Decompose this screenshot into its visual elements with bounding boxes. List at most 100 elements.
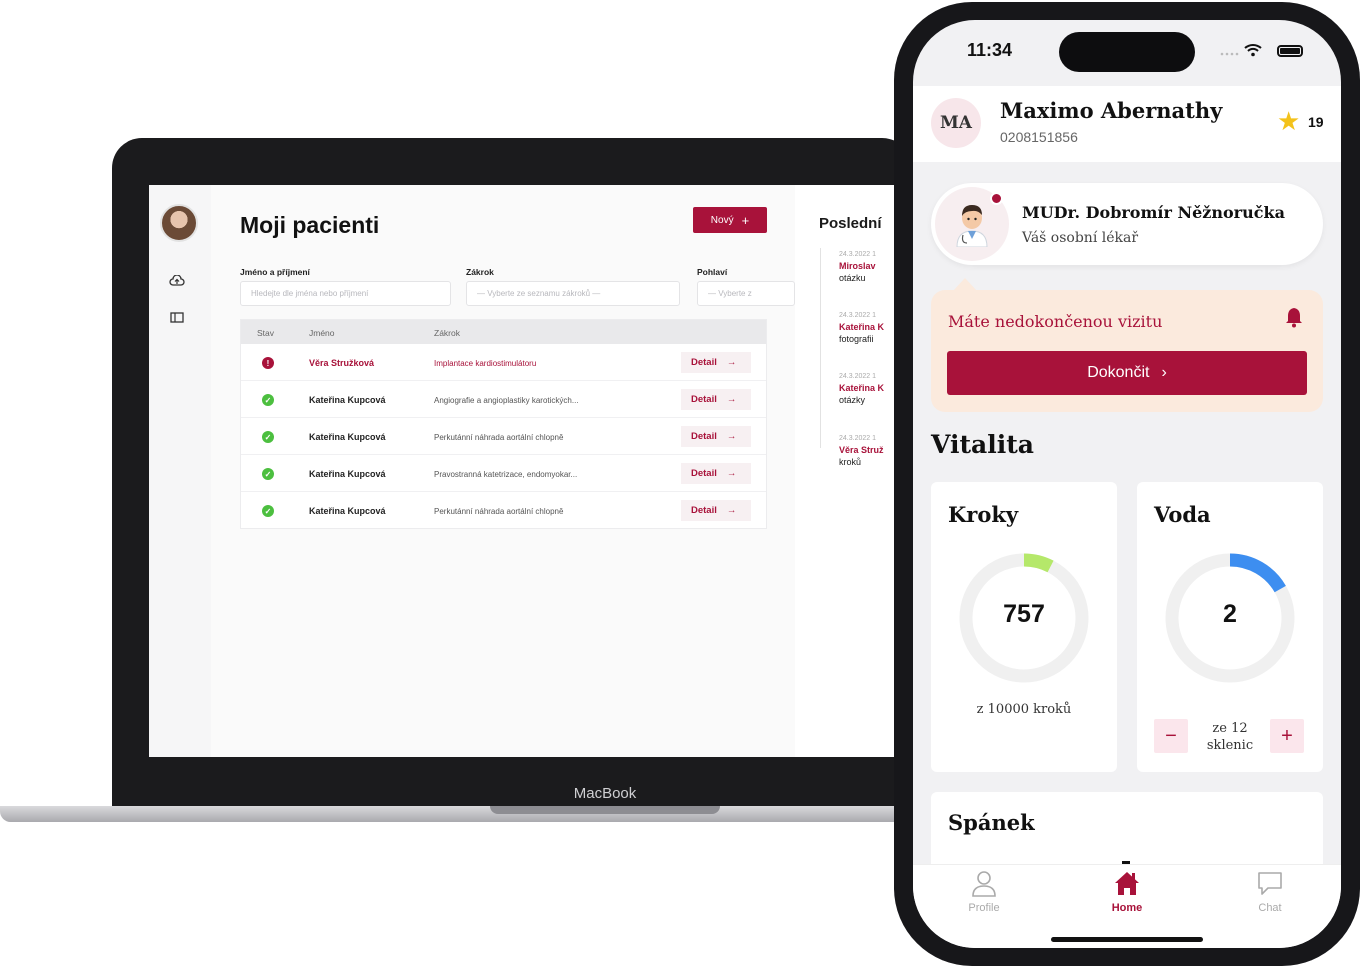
sleep-title: Spánek (948, 810, 1035, 835)
table-row[interactable]: ✓ Kateřina Kupcová Pravostranná katetriz… (241, 455, 766, 492)
doctor-icon (956, 205, 988, 247)
water-goal: ze 12 sklenic (1192, 720, 1268, 754)
tab-profile[interactable]: Profile (939, 869, 1029, 914)
detail-button[interactable]: Detail → (681, 426, 751, 447)
water-goal-line2: sklenic (1206, 738, 1254, 753)
timeline-line (820, 248, 821, 448)
procedure-select-placeholder: — Vyberte ze seznamu zákroků — (477, 289, 601, 298)
doctor-card[interactable]: MUDr. Dobromír Něžnoručka Váš osobní lék… (931, 183, 1323, 265)
tab-home[interactable]: Home (1082, 869, 1172, 914)
gender-select-placeholder: — Vyberte z (708, 289, 752, 298)
water-title: Voda (1154, 502, 1211, 527)
laptop-chin (112, 757, 912, 807)
plus-icon: + (741, 212, 750, 228)
gender-filter-label: Pohlaví (697, 267, 728, 277)
user-name: Maximo Abernathy (1000, 98, 1223, 123)
arrow-right-icon: → (726, 468, 737, 479)
name-filter-label: Jméno a příjmení (240, 267, 310, 277)
patient-name: Kateřina Kupcová (309, 395, 386, 405)
detail-label: Detail (691, 357, 717, 368)
laptop-base (0, 806, 910, 822)
procedure-filter-label: Zákrok (466, 267, 494, 277)
bell-icon (1286, 308, 1302, 328)
header-name: Jméno (309, 328, 335, 338)
status-time: 11:34 (967, 40, 1013, 60)
laptop-notch (490, 806, 720, 814)
avatar[interactable] (160, 204, 198, 242)
phone-screen: 11:34 MA Maximo Abernathy 0208151856 ★ 1… (913, 20, 1341, 948)
steps-title: Kroky (948, 502, 1019, 527)
patient-procedure: Angiografie a angioplastiky karotických.… (434, 396, 579, 405)
finish-visit-button[interactable]: Dokončit › (947, 351, 1307, 395)
star-icon: ★ (1277, 106, 1301, 136)
steps-card[interactable]: Kroky 757 z 10000 kroků (931, 482, 1117, 772)
avatar[interactable]: MA (931, 98, 981, 148)
tab-chat[interactable]: Chat (1225, 869, 1315, 914)
water-card[interactable]: Voda 2 − ze 12 sklenic + (1137, 482, 1323, 772)
arrow-right-icon: → (726, 394, 737, 405)
arrow-right-icon: → (726, 431, 737, 442)
battery-icon (1277, 45, 1303, 57)
patient-procedure: Perkutánní náhrada aortální chlopně (434, 433, 564, 442)
home-indicator (1051, 937, 1203, 942)
finish-label: Dokončit (1087, 364, 1150, 381)
header-procedure: Zákrok (434, 328, 460, 338)
chevron-right-icon: › (1161, 364, 1167, 381)
home-icon (1115, 872, 1139, 895)
arrow-right-icon: → (726, 357, 737, 368)
name-search-input[interactable]: Hledejte dle jména nebo příjmení (240, 281, 451, 306)
patient-name: Kateřina Kupcová (309, 469, 386, 479)
tab-chat-label: Chat (1258, 902, 1282, 914)
detail-label: Detail (691, 394, 717, 405)
table-row[interactable]: ! Věra Stružková Implantace kardiostimul… (241, 344, 766, 381)
procedure-select[interactable]: — Vyberte ze seznamu zákroků — (466, 281, 680, 306)
patient-procedure: Pravostranná katetrizace, endomyokar... (434, 470, 578, 479)
table-row[interactable]: ✓ Kateřina Kupcová Angiografie a angiopl… (241, 381, 766, 418)
tab-bar: Profile Home Chat (913, 861, 1341, 948)
recent-activity-title: Poslední (819, 215, 882, 232)
folder-icon[interactable] (167, 311, 187, 327)
recent-activity-panel: Poslední 24.3.2022 1 Miroslav otázku 24.… (795, 185, 909, 757)
water-increase-button[interactable]: + (1270, 719, 1304, 753)
ok-status-icon: ✓ (262, 505, 274, 517)
tab-home-label: Home (1111, 902, 1143, 914)
name-search-placeholder: Hledejte dle jména nebo příjmení (251, 289, 369, 298)
detail-button[interactable]: Detail → (681, 463, 751, 484)
signal-wifi-icon (1219, 42, 1271, 61)
doctor-name: MUDr. Dobromír Něžnoručka (1022, 203, 1285, 222)
water-value: 2 (1223, 600, 1237, 628)
table-row[interactable]: ✓ Kateřina Kupcová Perkutánní náhrada ao… (241, 418, 766, 455)
dynamic-island (1059, 32, 1195, 72)
header-status: Stav (257, 328, 275, 338)
new-patient-button[interactable]: Nový + (693, 207, 767, 233)
detail-label: Detail (691, 431, 717, 442)
steps-goal: z 10000 kroků (976, 702, 1072, 717)
water-goal-line1: ze 12 (1212, 721, 1248, 736)
unfinished-visit-alert: Máte nedokončenou vizitu Dokončit › (931, 290, 1323, 412)
notification-dot (990, 192, 1003, 205)
ok-status-icon: ✓ (262, 431, 274, 443)
star-count: 19 (1308, 114, 1324, 130)
user-id: 0208151856 (1000, 129, 1078, 145)
laptop-screen: Moji pacienti Nový + Jméno a příjmení Hl… (149, 185, 909, 757)
alert-text: Máte nedokončenou vizitu (948, 312, 1163, 331)
patients-panel: Moji pacienti Nový + Jméno a příjmení Hl… (211, 185, 795, 757)
ok-status-icon: ✓ (262, 468, 274, 480)
detail-label: Detail (691, 505, 717, 516)
table-header: Stav Jméno Zákrok (241, 320, 766, 344)
patients-table: Stav Jméno Zákrok ! Věra Stružková Impla… (240, 319, 767, 529)
doctor-role: Váš osobní lékař (1022, 230, 1139, 246)
chat-icon (1258, 872, 1282, 895)
table-row[interactable]: ✓ Kateřina Kupcová Perkutánní náhrada ao… (241, 492, 766, 529)
gender-select[interactable]: — Vyberte z (697, 281, 795, 306)
detail-button[interactable]: Detail → (681, 500, 751, 521)
cloud-upload-icon[interactable] (167, 274, 187, 291)
new-button-label: Nový (710, 214, 734, 226)
error-status-icon: ! (262, 357, 274, 369)
water-decrease-button[interactable]: − (1154, 719, 1188, 753)
laptop-brand: MacBook (573, 785, 637, 802)
detail-label: Detail (691, 468, 717, 479)
arrow-right-icon: → (726, 505, 737, 516)
detail-button[interactable]: Detail → (681, 352, 751, 373)
detail-button[interactable]: Detail → (681, 389, 751, 410)
